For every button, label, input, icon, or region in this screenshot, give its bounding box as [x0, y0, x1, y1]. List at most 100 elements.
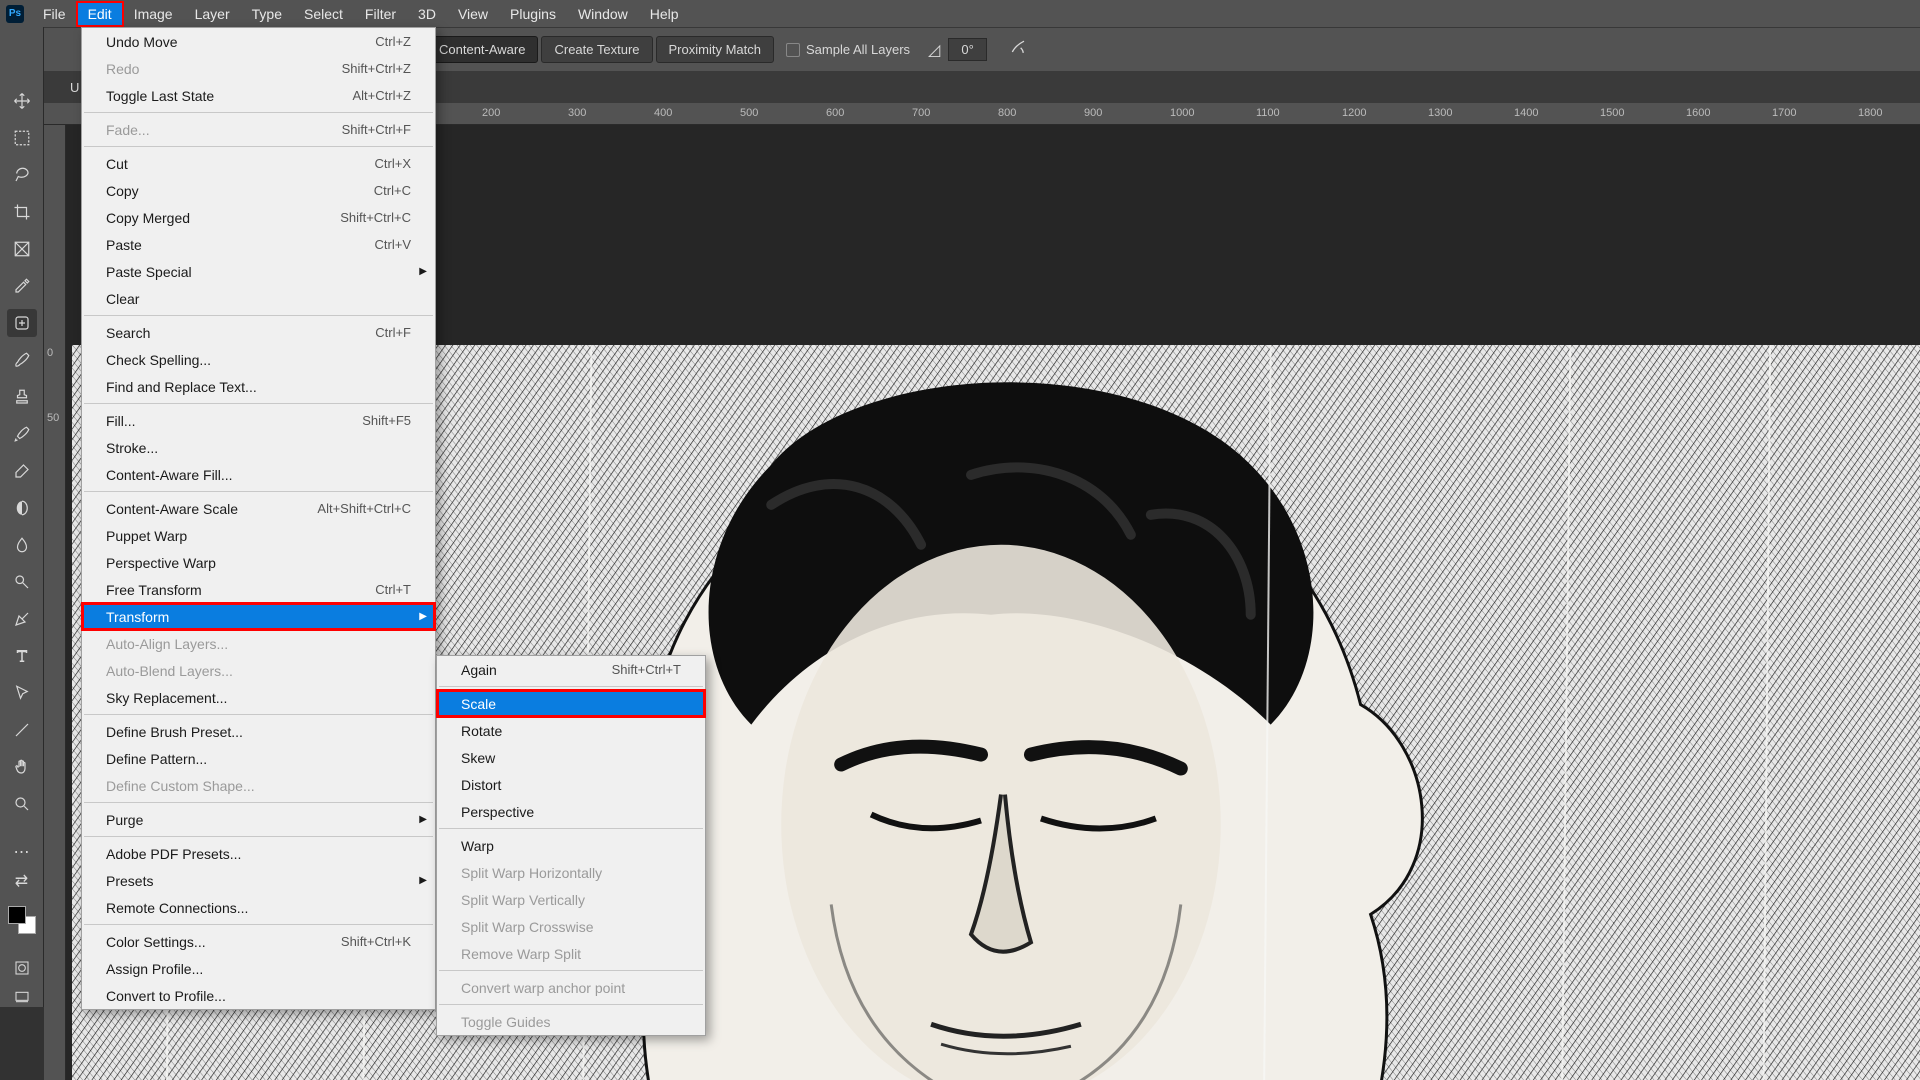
angle-icon: ◿ [928, 40, 940, 60]
mode-proximity-match[interactable]: Proximity Match [656, 36, 774, 63]
checkbox-icon [786, 43, 800, 57]
menu-item-distort[interactable]: Distort [437, 771, 705, 798]
ruler-tick: 50 [47, 412, 59, 424]
screenmode-icon[interactable] [12, 987, 32, 1007]
menu-item-label: Sky Replacement... [106, 690, 227, 706]
menu-item-remote-connections[interactable]: Remote Connections... [82, 894, 435, 921]
menu-item-clear[interactable]: Clear [82, 285, 435, 312]
menu-item-color-settings[interactable]: Color Settings...Shift+Ctrl+K [82, 928, 435, 955]
menu-item-search[interactable]: SearchCtrl+F [82, 319, 435, 346]
menu-item-check-spelling[interactable]: Check Spelling... [82, 346, 435, 373]
menu-item-rotate[interactable]: Rotate [437, 717, 705, 744]
menu-item-define-brush-preset[interactable]: Define Brush Preset... [82, 718, 435, 745]
menu-item-skew[interactable]: Skew [437, 744, 705, 771]
menu-item-assign-profile[interactable]: Assign Profile... [82, 955, 435, 982]
shape-tool[interactable] [7, 716, 37, 744]
ellipsis-icon[interactable]: ⋯ [12, 842, 32, 862]
foreground-color[interactable] [8, 906, 26, 924]
menu-shortcut: Shift+Ctrl+T [612, 662, 681, 677]
menu-item-undo-move[interactable]: Undo MoveCtrl+Z [82, 28, 435, 55]
menu-item-scale[interactable]: Scale [437, 690, 705, 717]
ruler-tick: 1200 [1342, 107, 1366, 119]
mode-create-texture[interactable]: Create Texture [541, 36, 652, 63]
menu-item-adobe-pdf-presets[interactable]: Adobe PDF Presets... [82, 840, 435, 867]
eraser-tool[interactable] [7, 457, 37, 485]
edit-menu-dropdown: Undo MoveCtrl+ZRedoShift+Ctrl+ZToggle La… [81, 27, 436, 1010]
angle-input[interactable]: 0° [948, 38, 986, 61]
menu-item-define-custom-shape: Define Custom Shape... [82, 772, 435, 799]
menu-item-content-aware-scale[interactable]: Content-Aware ScaleAlt+Shift+Ctrl+C [82, 495, 435, 522]
path-select-tool[interactable] [7, 679, 37, 707]
color-swatch[interactable] [8, 906, 36, 934]
quickmask-icon[interactable] [12, 958, 32, 978]
ruler-tick: 1600 [1686, 107, 1710, 119]
menu-item-toggle-last-state[interactable]: Toggle Last StateAlt+Ctrl+Z [82, 82, 435, 109]
menu-shortcut: Ctrl+C [374, 183, 411, 198]
move-tool[interactable] [7, 87, 37, 115]
menu-filter[interactable]: Filter [354, 2, 407, 26]
menu-item-split-warp-horizontally: Split Warp Horizontally [437, 859, 705, 886]
menu-select[interactable]: Select [293, 2, 354, 26]
mode-content-aware[interactable]: Content-Aware [426, 36, 538, 63]
menu-item-label: Skew [461, 750, 495, 766]
menu-item-label: Auto-Blend Layers... [106, 663, 233, 679]
pen-tool[interactable] [7, 605, 37, 633]
swap-colors-icon[interactable]: ⇄ [12, 871, 32, 891]
hand-tool[interactable] [7, 753, 37, 781]
menu-image[interactable]: Image [123, 2, 184, 26]
menu-item-convert-to-profile[interactable]: Convert to Profile... [82, 982, 435, 1009]
menu-edit[interactable]: Edit [77, 2, 123, 26]
menu-item-find-and-replace-text[interactable]: Find and Replace Text... [82, 373, 435, 400]
menu-item-stroke[interactable]: Stroke... [82, 434, 435, 461]
blur-tool[interactable] [7, 531, 37, 559]
menu-item-label: Define Brush Preset... [106, 724, 243, 740]
menu-item-transform[interactable]: Transform▶ [82, 603, 435, 630]
menu-item-copy[interactable]: CopyCtrl+C [82, 177, 435, 204]
stamp-tool[interactable] [7, 383, 37, 411]
sample-all-layers[interactable]: Sample All Layers [786, 42, 910, 57]
marquee-tool[interactable] [7, 124, 37, 152]
menu-item-purge[interactable]: Purge▶ [82, 806, 435, 833]
menu-item-label: Auto-Align Layers... [106, 636, 228, 652]
menu-help[interactable]: Help [639, 2, 690, 26]
frame-tool[interactable] [7, 235, 37, 263]
menu-item-perspective[interactable]: Perspective [437, 798, 705, 825]
menu-window[interactable]: Window [567, 2, 639, 26]
toolbox: ⋯ ⇄ [0, 27, 44, 1007]
dodge-tool[interactable] [7, 568, 37, 596]
menu-item-fill[interactable]: Fill...Shift+F5 [82, 407, 435, 434]
gradient-tool[interactable] [7, 494, 37, 522]
menu-item-content-aware-fill[interactable]: Content-Aware Fill... [82, 461, 435, 488]
ruler-tick: 1400 [1514, 107, 1538, 119]
ruler-tick: 900 [1084, 107, 1102, 119]
menu-item-define-pattern[interactable]: Define Pattern... [82, 745, 435, 772]
pressure-icon[interactable] [1009, 37, 1029, 62]
menu-file[interactable]: File [32, 2, 77, 26]
menu-item-copy-merged[interactable]: Copy MergedShift+Ctrl+C [82, 204, 435, 231]
menu-item-puppet-warp[interactable]: Puppet Warp [82, 522, 435, 549]
menu-item-warp[interactable]: Warp [437, 832, 705, 859]
lasso-tool[interactable] [7, 161, 37, 189]
history-brush-tool[interactable] [7, 420, 37, 448]
menu-item-free-transform[interactable]: Free TransformCtrl+T [82, 576, 435, 603]
menu-view[interactable]: View [447, 2, 499, 26]
crop-tool[interactable] [7, 198, 37, 226]
menu-3d[interactable]: 3D [407, 2, 447, 26]
menu-item-paste[interactable]: PasteCtrl+V [82, 231, 435, 258]
menu-item-sky-replacement[interactable]: Sky Replacement... [82, 684, 435, 711]
menu-layer[interactable]: Layer [184, 2, 241, 26]
menu-item-perspective-warp[interactable]: Perspective Warp [82, 549, 435, 576]
heal-tool[interactable] [7, 309, 37, 337]
eyedropper-tool[interactable] [7, 272, 37, 300]
menu-item-paste-special[interactable]: Paste Special▶ [82, 258, 435, 285]
menu-item-label: Check Spelling... [106, 352, 211, 368]
menu-type[interactable]: Type [241, 2, 293, 26]
menu-item-cut[interactable]: CutCtrl+X [82, 150, 435, 177]
menu-item-presets[interactable]: Presets▶ [82, 867, 435, 894]
ruler-tick: 300 [568, 107, 586, 119]
type-tool[interactable] [7, 642, 37, 670]
brush-tool[interactable] [7, 346, 37, 374]
menu-item-again[interactable]: AgainShift+Ctrl+T [437, 656, 705, 683]
menu-plugins[interactable]: Plugins [499, 2, 567, 26]
zoom-tool[interactable] [7, 790, 37, 818]
